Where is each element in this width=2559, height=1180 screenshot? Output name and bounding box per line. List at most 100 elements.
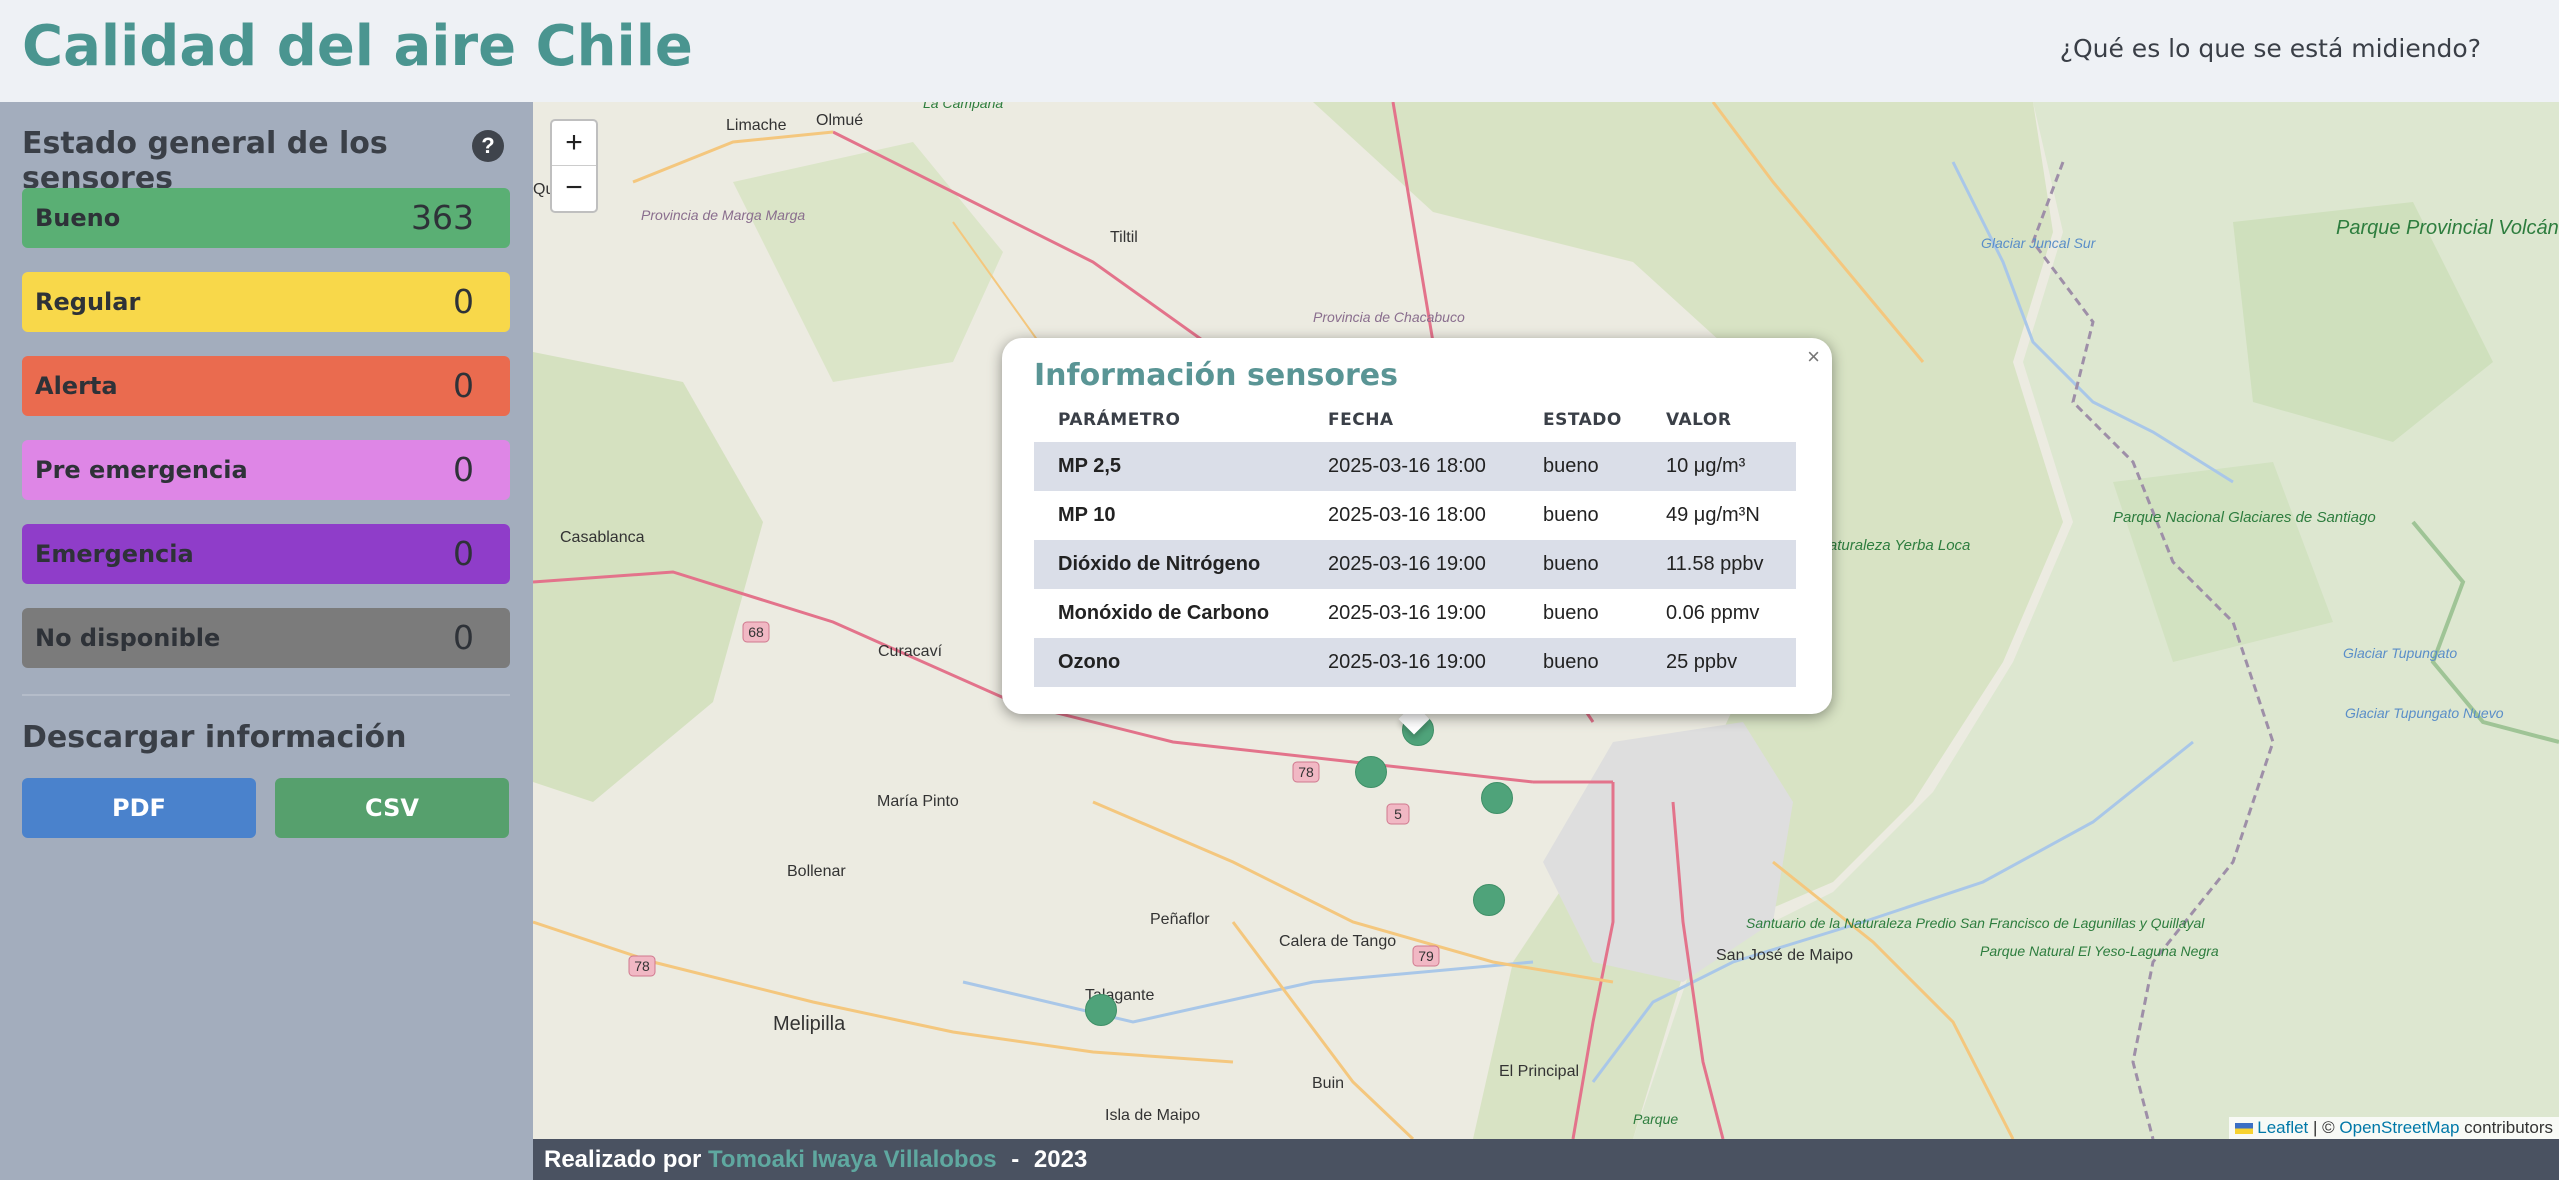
ukraine-flag-icon [2234,1123,2253,1135]
map-label: Santuario de la Naturaleza Predio San Fr… [1746,915,2205,931]
cell-valor: 11.58 ppbv [1666,553,1764,575]
cell-valor: 0.06 ppmv [1666,602,1760,624]
map-attribution: Leaflet | © OpenStreetMap contributors [2228,1117,2559,1139]
map-label: El Principal [1499,1063,1579,1080]
map-label: Casablanca [560,529,645,546]
map-label: Melipilla [773,1013,846,1035]
cell-estado: bueno [1543,602,1599,624]
map-label: Curacaví [878,643,943,660]
map-label: Buin [1312,1075,1344,1092]
header: Calidad del aire Chile ¿Qué es lo que se… [0,0,2559,102]
cell-estado: bueno [1543,553,1599,575]
cell-param: MP 10 [1058,504,1116,526]
map-label: Provincia de Marga Marga [641,207,805,223]
attribution-separator: | © [2313,1118,2335,1137]
sensor-marker[interactable] [1481,782,1513,814]
csv-button[interactable]: CSV [275,778,509,838]
footer-separator: - [1011,1146,1020,1173]
attribution-contributors: contributors [2464,1118,2553,1137]
map-label: Glaciar Tupungato [2343,645,2457,661]
map-label: Peñaflor [1150,911,1210,928]
map-label: Bollenar [787,863,846,880]
map-label: 78 [1298,764,1314,780]
map-label: Parque Natural El Yeso-Laguna Negra [1980,943,2219,959]
what-is-measured-link[interactable]: ¿Qué es lo que se está midiendo? [2060,34,2481,63]
map-label: Glaciar Tupungato Nuevo [2345,705,2504,721]
cell-fecha: 2025-03-16 18:00 [1328,455,1486,477]
status-label: Alerta [35,372,118,400]
status-count: 363 [411,198,474,237]
map-label: 79 [1418,948,1434,964]
map-label: Provincia de Chacabuco [1313,309,1465,325]
sidebar: Estado general de los sensores ? Bueno 3… [0,102,533,1180]
cell-fecha: 2025-03-16 18:00 [1328,504,1486,526]
map-label: 5 [1394,806,1402,822]
column-header: VALOR [1666,410,1732,430]
status-row-emergencia: Emergencia 0 [22,524,510,584]
column-header: FECHA [1328,410,1394,430]
sensor-table: PARÁMETRO FECHA ESTADO VALOR MP 2,5 2025… [1034,410,1796,687]
table-row: Ozono 2025-03-16 19:00 bueno 25 ppbv [1034,638,1796,687]
status-label: Emergencia [35,540,194,568]
table-row: MP 2,5 2025-03-16 18:00 bueno 10 μg/m³ [1034,442,1796,491]
leaflet-link[interactable]: Leaflet [2257,1118,2308,1137]
pdf-button[interactable]: PDF [22,778,256,838]
author-link[interactable]: Tomoaki Iwaya Villalobos [708,1146,997,1173]
cell-param: Ozono [1058,651,1121,673]
map-label: María Pinto [877,793,959,810]
column-header: ESTADO [1543,410,1622,430]
zoom-out-button[interactable]: − [552,166,596,210]
map-label: Parque Nacional Glaciares de Santiago [2113,509,2376,526]
map-label: La Campana [923,102,1003,111]
map-label: Isla de Maipo [1105,1107,1200,1124]
table-row: Monóxido de Carbono 2025-03-16 19:00 bue… [1034,589,1796,638]
cell-param: Dióxido de Nitrógeno [1058,553,1261,575]
table-header: PARÁMETRO FECHA ESTADO VALOR [1034,410,1796,442]
cell-valor: 49 μg/m³N [1666,504,1760,526]
popup-title: Información sensores [1034,358,1398,393]
map-label: Glaciar Juncal Sur [1981,235,2097,251]
status-row-regular: Regular 0 [22,272,510,332]
status-row-pre-emergencia: Pre emergencia 0 [22,440,510,500]
status-count: 0 [453,366,474,405]
cell-param: Monóxido de Carbono [1058,602,1270,624]
osm-link[interactable]: OpenStreetMap [2339,1118,2459,1137]
status-count: 0 [453,618,474,657]
zoom-in-button[interactable]: + [552,121,596,165]
column-header: PARÁMETRO [1058,410,1181,430]
status-row-alerta: Alerta 0 [22,356,510,416]
sensor-marker[interactable] [1473,884,1505,916]
footer-year: 2023 [1033,1146,1088,1173]
cell-valor: 25 ppbv [1666,651,1738,673]
cell-estado: bueno [1543,504,1599,526]
app-title: Calidad del aire Chile [22,14,693,79]
map-label: 68 [748,624,764,640]
cell-fecha: 2025-03-16 19:00 [1328,553,1486,575]
footer-prefix: Realizado por [544,1146,702,1173]
sidebar-title: Estado general de los sensores [22,126,388,196]
status-label: Pre emergencia [35,456,248,484]
sensor-info-popup: × Información sensores PARÁMETRO FECHA E… [1002,338,1832,714]
zoom-control: + − [550,119,598,213]
map-label: San José de Maipo [1716,947,1853,964]
status-count: 0 [453,282,474,321]
sensor-marker[interactable] [1085,994,1117,1026]
footer: Realizado por Tomoaki Iwaya Villalobos -… [533,1139,2559,1180]
status-row-no-disponible: No disponible 0 [22,608,510,668]
table-row: Dióxido de Nitrógeno 2025-03-16 19:00 bu… [1034,540,1796,589]
table-row: MP 10 2025-03-16 18:00 bueno 49 μg/m³N [1034,491,1796,540]
sensor-marker[interactable] [1355,756,1387,788]
status-label: Bueno [35,204,121,232]
map-label: Tiltil [1110,229,1138,246]
cell-estado: bueno [1543,651,1599,673]
close-icon[interactable]: × [1807,344,1820,370]
download-title: Descargar información [22,720,407,755]
map-label: Calera de Tango [1279,933,1396,950]
cell-valor: 10 μg/m³ [1666,455,1746,477]
status-row-bueno: Bueno 363 [22,188,510,248]
status-count: 0 [453,534,474,573]
map-label: 78 [634,958,650,974]
status-label: Regular [35,288,141,316]
question-circle-icon[interactable]: ? [472,130,504,162]
map-label: Limache [726,117,787,134]
